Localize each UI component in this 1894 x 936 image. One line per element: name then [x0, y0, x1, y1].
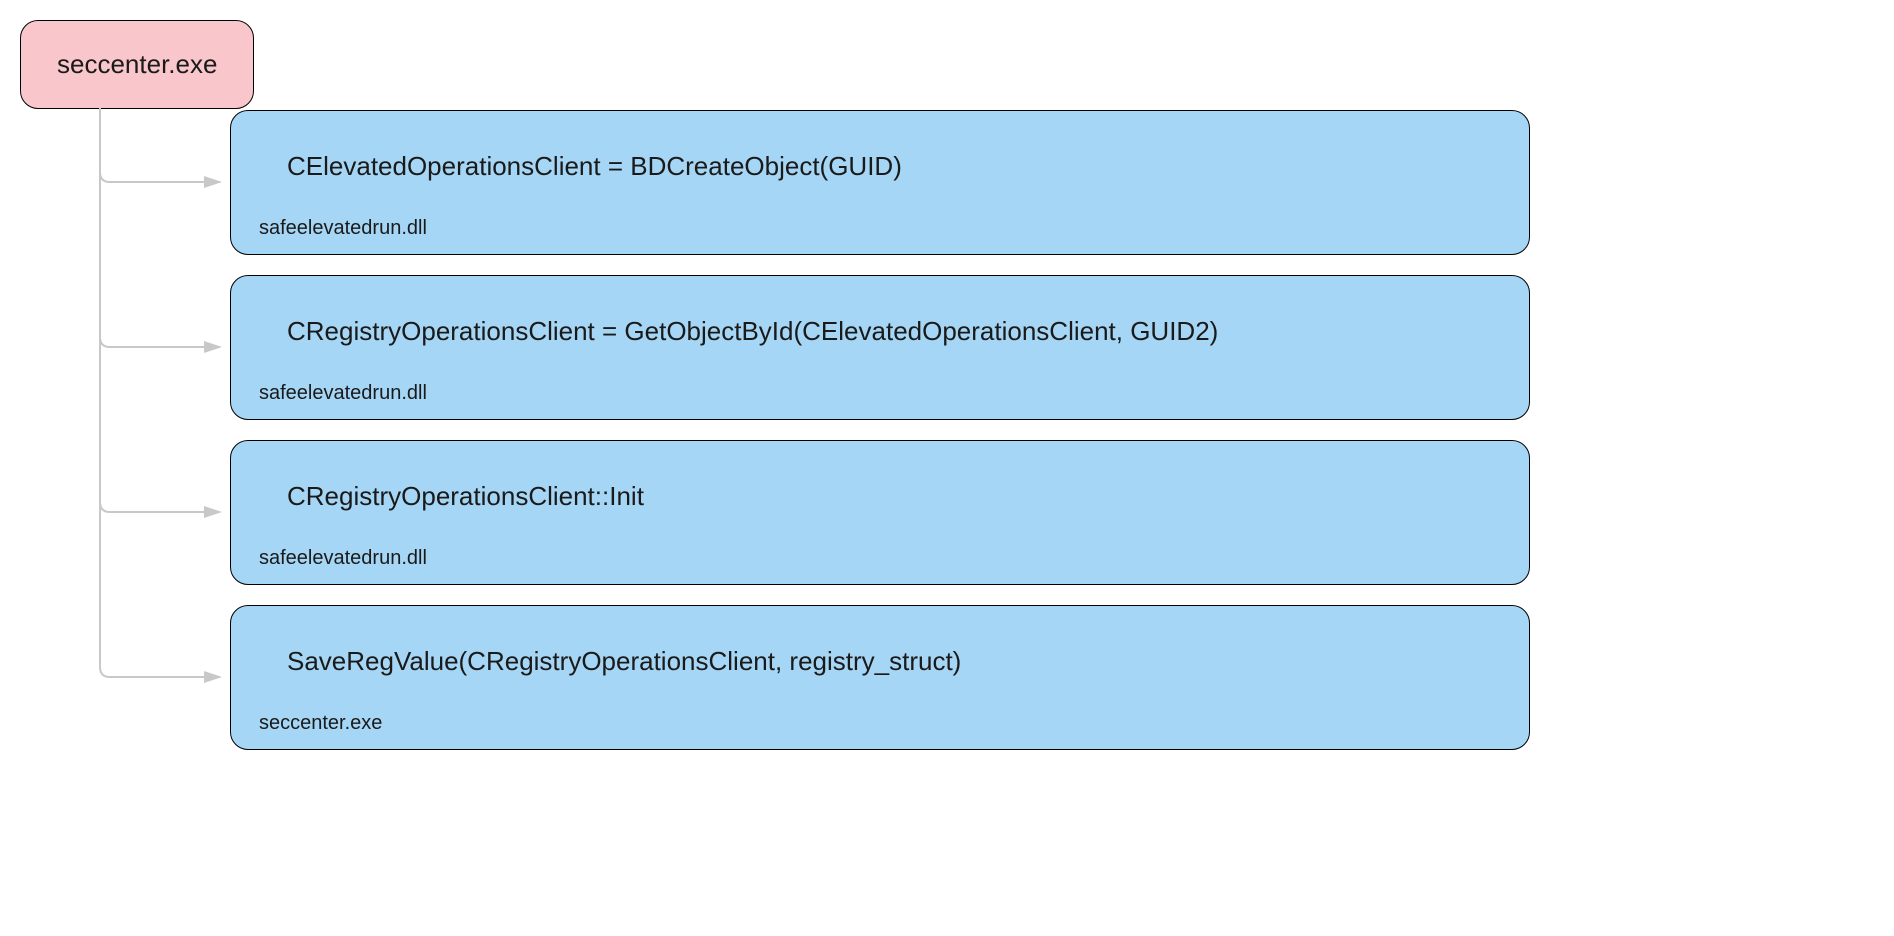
- child-sub-1: safeelevatedrun.dll: [259, 382, 1501, 405]
- root-node: seccenter.exe: [20, 20, 254, 109]
- child-title-2: CRegistryOperationsClient::Init: [287, 481, 1501, 512]
- child-title-3: SaveRegValue(CRegistryOperationsClient, …: [287, 646, 1501, 677]
- child-node-3: SaveRegValue(CRegistryOperationsClient, …: [230, 605, 1530, 750]
- child-sub-0: safeelevatedrun.dll: [259, 217, 1501, 240]
- child-node-2: CRegistryOperationsClient::Init safeelev…: [230, 440, 1530, 585]
- child-sub-3: seccenter.exe: [259, 712, 1501, 735]
- child-title-0: CElevatedOperationsClient = BDCreateObje…: [287, 151, 1501, 182]
- child-node-1: CRegistryOperationsClient = GetObjectByI…: [230, 275, 1530, 420]
- root-label: seccenter.exe: [57, 49, 217, 79]
- child-node-0: CElevatedOperationsClient = BDCreateObje…: [230, 110, 1530, 255]
- child-title-1: CRegistryOperationsClient = GetObjectByI…: [287, 316, 1501, 347]
- child-sub-2: safeelevatedrun.dll: [259, 547, 1501, 570]
